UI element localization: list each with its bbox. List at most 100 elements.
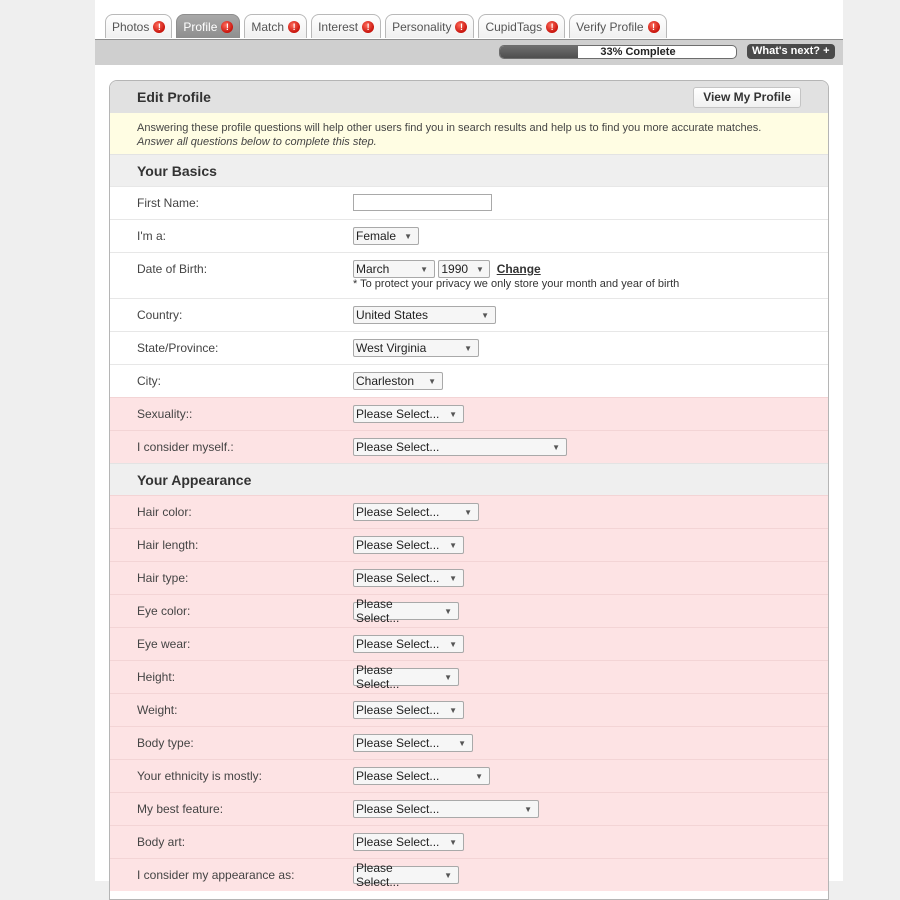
tab-label: Interest <box>318 19 359 34</box>
tab-label: Verify Profile <box>576 19 644 34</box>
country-select[interactable]: United States ▼ <box>353 306 496 324</box>
field-label: City: <box>137 374 161 388</box>
select-value: Please Select... <box>356 663 400 691</box>
row-body-art: Body art: Please Select... ▼ <box>110 825 828 858</box>
view-my-profile-button[interactable]: View My Profile <box>693 87 801 108</box>
state-select[interactable]: West Virginia ▼ <box>353 339 479 357</box>
dob-privacy-hint: * To protect your privacy we only store … <box>353 278 680 290</box>
appearance-rating-select[interactable]: Please Select... ▼ <box>353 861 459 889</box>
field-label: Height: <box>137 670 176 684</box>
chevron-down-icon: ▼ <box>481 310 489 320</box>
consider-myself-select[interactable]: Please Select... ▼ <box>353 438 567 456</box>
select-value: Please Select... <box>356 861 400 889</box>
chevron-down-icon: ▼ <box>476 264 484 274</box>
row-country: Country: United States ▼ <box>110 298 828 331</box>
select-value: United States <box>356 308 429 322</box>
row-hair-color: Hair color: Please Select... ▼ <box>110 495 828 528</box>
gender-select[interactable]: Female ▼ <box>353 227 419 245</box>
notice-instruction: Answer all questions below to complete t… <box>137 136 377 148</box>
select-value: Female <box>356 229 397 243</box>
row-gender: I'm a: Female ▼ <box>110 219 828 252</box>
row-weight: Weight: Please Select... ▼ <box>110 693 828 726</box>
field-label: Body type: <box>137 736 194 750</box>
birth-month-select[interactable]: March ▼ <box>353 260 435 278</box>
birth-year-select[interactable]: 1990 ▼ <box>438 260 491 278</box>
row-ethnicity: Your ethnicity is mostly: Please Select..… <box>110 759 828 792</box>
eye-color-select[interactable]: Please Select... ▼ <box>353 597 459 625</box>
info-notice: Answering these profile questions will h… <box>110 113 828 154</box>
field-label: My best feature: <box>137 802 224 816</box>
alert-icon: ! <box>546 20 559 33</box>
tab-verify-profile[interactable]: Verify Profile! <box>569 14 667 38</box>
body-art-select[interactable]: Please Select... ▼ <box>353 833 464 851</box>
chevron-down-icon: ▼ <box>449 409 457 419</box>
tab-cupidtags[interactable]: CupidTags! <box>478 14 566 38</box>
field-label: Body art: <box>137 835 186 849</box>
chevron-down-icon: ▼ <box>420 264 428 274</box>
body-type-select[interactable]: Please Select... ▼ <box>353 734 473 752</box>
edit-profile-panel: Edit Profile View My Profile Answering t… <box>109 80 829 900</box>
row-sexuality: Sexuality:: Please Select... ▼ <box>110 397 828 430</box>
row-appearance-rating: I consider my appearance as: Please Selec… <box>110 858 828 891</box>
city-select[interactable]: Charleston ▼ <box>353 372 443 390</box>
select-value: Please Select... <box>356 505 440 519</box>
select-value: West Virginia <box>356 341 427 355</box>
tab-profile[interactable]: Profile! <box>176 14 241 38</box>
tab-photos[interactable]: Photos! <box>105 14 173 38</box>
weight-select[interactable]: Please Select... ▼ <box>353 701 464 719</box>
row-city: City: Charleston ▼ <box>110 364 828 397</box>
chevron-down-icon: ▼ <box>464 343 472 353</box>
chevron-down-icon: ▼ <box>444 870 452 880</box>
tab-interest[interactable]: Interest! <box>311 14 382 38</box>
alert-icon: ! <box>153 20 166 33</box>
status-bar: 33% Complete What's next? + <box>95 39 843 65</box>
chevron-down-icon: ▼ <box>464 507 472 517</box>
field-label: Eye color: <box>137 604 191 618</box>
change-dob-link[interactable]: Change <box>497 262 541 276</box>
field-label: Hair color: <box>137 505 192 519</box>
row-hair-length: Hair length: Please Select... ▼ <box>110 528 828 561</box>
profile-tabs: Photos! Profile! Match! Interest! Person… <box>105 14 667 39</box>
select-value: Please Select... <box>356 538 440 552</box>
field-label: Country: <box>137 308 183 322</box>
section-your-appearance: Your Appearance <box>110 463 828 495</box>
appearance-fields: Hair color: Please Select... ▼ Hair length:… <box>110 495 828 891</box>
notice-text: Answering these profile questions will h… <box>137 122 762 134</box>
hair-color-select[interactable]: Please Select... ▼ <box>353 503 479 521</box>
height-select[interactable]: Please Select... ▼ <box>353 663 459 691</box>
hair-length-select[interactable]: Please Select... ▼ <box>353 536 464 554</box>
whats-next-button[interactable]: What's next? + <box>747 44 835 59</box>
field-label: I'm a: <box>137 229 166 243</box>
select-value: Please Select... <box>356 571 440 585</box>
select-value: Please Select... <box>356 407 440 421</box>
panel-header: Edit Profile View My Profile <box>110 81 828 113</box>
field-label: First Name: <box>137 196 200 210</box>
chevron-down-icon: ▼ <box>475 771 483 781</box>
tab-label: Personality <box>392 19 452 34</box>
hair-type-select[interactable]: Please Select... ▼ <box>353 569 464 587</box>
alert-icon: ! <box>455 20 468 33</box>
select-value: Please Select... <box>356 769 440 783</box>
tab-label: Match <box>251 19 285 34</box>
eye-wear-select[interactable]: Please Select... ▼ <box>353 635 464 653</box>
first-name-input[interactable] <box>353 194 492 211</box>
row-state: State/Province: West Virginia ▼ <box>110 331 828 364</box>
row-date-of-birth: Date of Birth: March ▼ 1990 ▼ Change * To … <box>110 252 828 298</box>
sexuality-select[interactable]: Please Select... ▼ <box>353 405 464 423</box>
panel-title: Edit Profile <box>137 89 211 105</box>
section-your-basics: Your Basics <box>110 154 828 186</box>
tab-match[interactable]: Match! <box>244 14 308 38</box>
chevron-down-icon: ▼ <box>428 376 436 386</box>
select-value: Please Select... <box>356 736 440 750</box>
tab-personality[interactable]: Personality! <box>385 14 475 38</box>
alert-icon: ! <box>221 20 234 33</box>
ethnicity-select[interactable]: Please Select... ▼ <box>353 767 490 785</box>
chevron-down-icon: ▼ <box>449 639 457 649</box>
field-label: Eye wear: <box>137 637 191 651</box>
row-height: Height: Please Select... ▼ <box>110 660 828 693</box>
row-first-name: First Name: <box>110 186 828 219</box>
row-consider-myself: I consider myself.: Please Select... ▼ <box>110 430 828 463</box>
best-feature-select[interactable]: Please Select... ▼ <box>353 800 539 818</box>
chevron-down-icon: ▼ <box>404 231 412 241</box>
row-eye-wear: Eye wear: Please Select... ▼ <box>110 627 828 660</box>
